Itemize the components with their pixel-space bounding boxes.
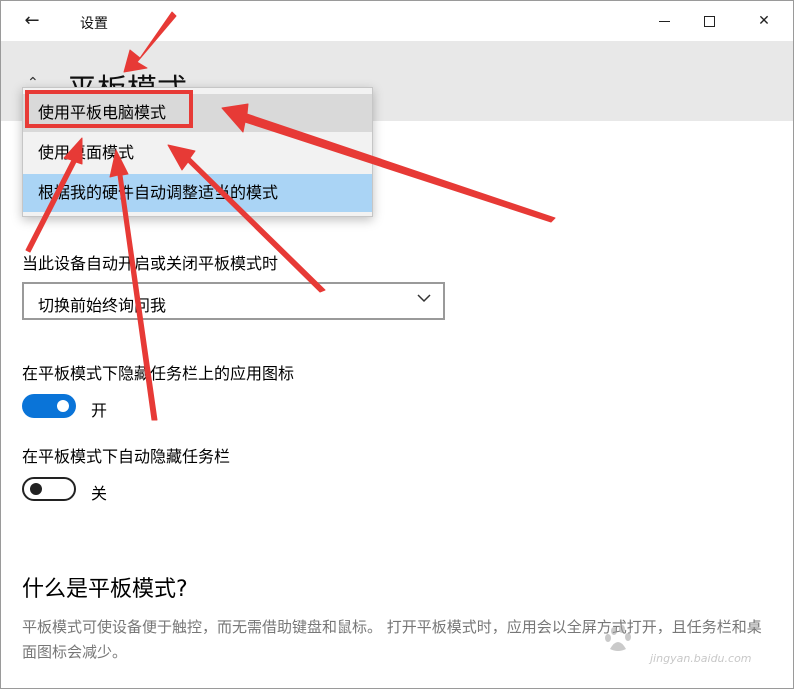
window-title: 设置 [80,16,108,32]
chevron-down-icon [417,294,431,303]
hide-taskbar-state: 关 [91,484,108,503]
close-icon: ✕ [758,13,770,29]
close-button[interactable]: ✕ [741,7,787,35]
hide-taskbar-label: 在平板模式下自动隐藏任务栏 [22,447,231,466]
menu-item-desktop-mode[interactable]: 使用桌面模式 [23,134,372,172]
annotation-highlight-box [25,90,193,128]
back-arrow-icon[interactable]: ← [17,9,47,33]
toggle-knob [57,400,69,412]
toggle-knob [30,483,42,495]
auto-switch-label: 当此设备自动开启或关闭平板模式时 [22,254,279,273]
title-bar: ← 设置 ✕ [1,1,793,41]
minimize-button[interactable] [641,7,687,35]
hide-icons-state: 开 [91,401,108,420]
baidu-paw-icon [605,625,631,651]
menu-item-auto-mode[interactable]: 根据我的硬件自动调整适当的模式 [23,174,372,212]
hide-icons-toggle[interactable] [22,394,76,418]
baidu-watermark: jingyan.baidu.com [600,625,770,675]
section-heading: 什么是平板模式? [22,577,188,602]
maximize-button[interactable] [686,7,732,35]
maximize-icon [703,15,715,27]
auto-switch-dropdown[interactable]: 切换前始终询问我 [22,282,445,320]
hide-taskbar-toggle[interactable] [22,477,76,501]
settings-window: ← 设置 ✕ ⌃ 平板模式 当此设备自动开启或关闭平板模式时 切换前始终询问我 … [0,0,794,689]
watermark-text: jingyan.baidu.com [650,652,752,665]
hide-icons-label: 在平板模式下隐藏任务栏上的应用图标 [22,364,295,383]
minimize-icon [658,20,670,22]
auto-switch-value: 切换前始终询问我 [38,296,167,315]
